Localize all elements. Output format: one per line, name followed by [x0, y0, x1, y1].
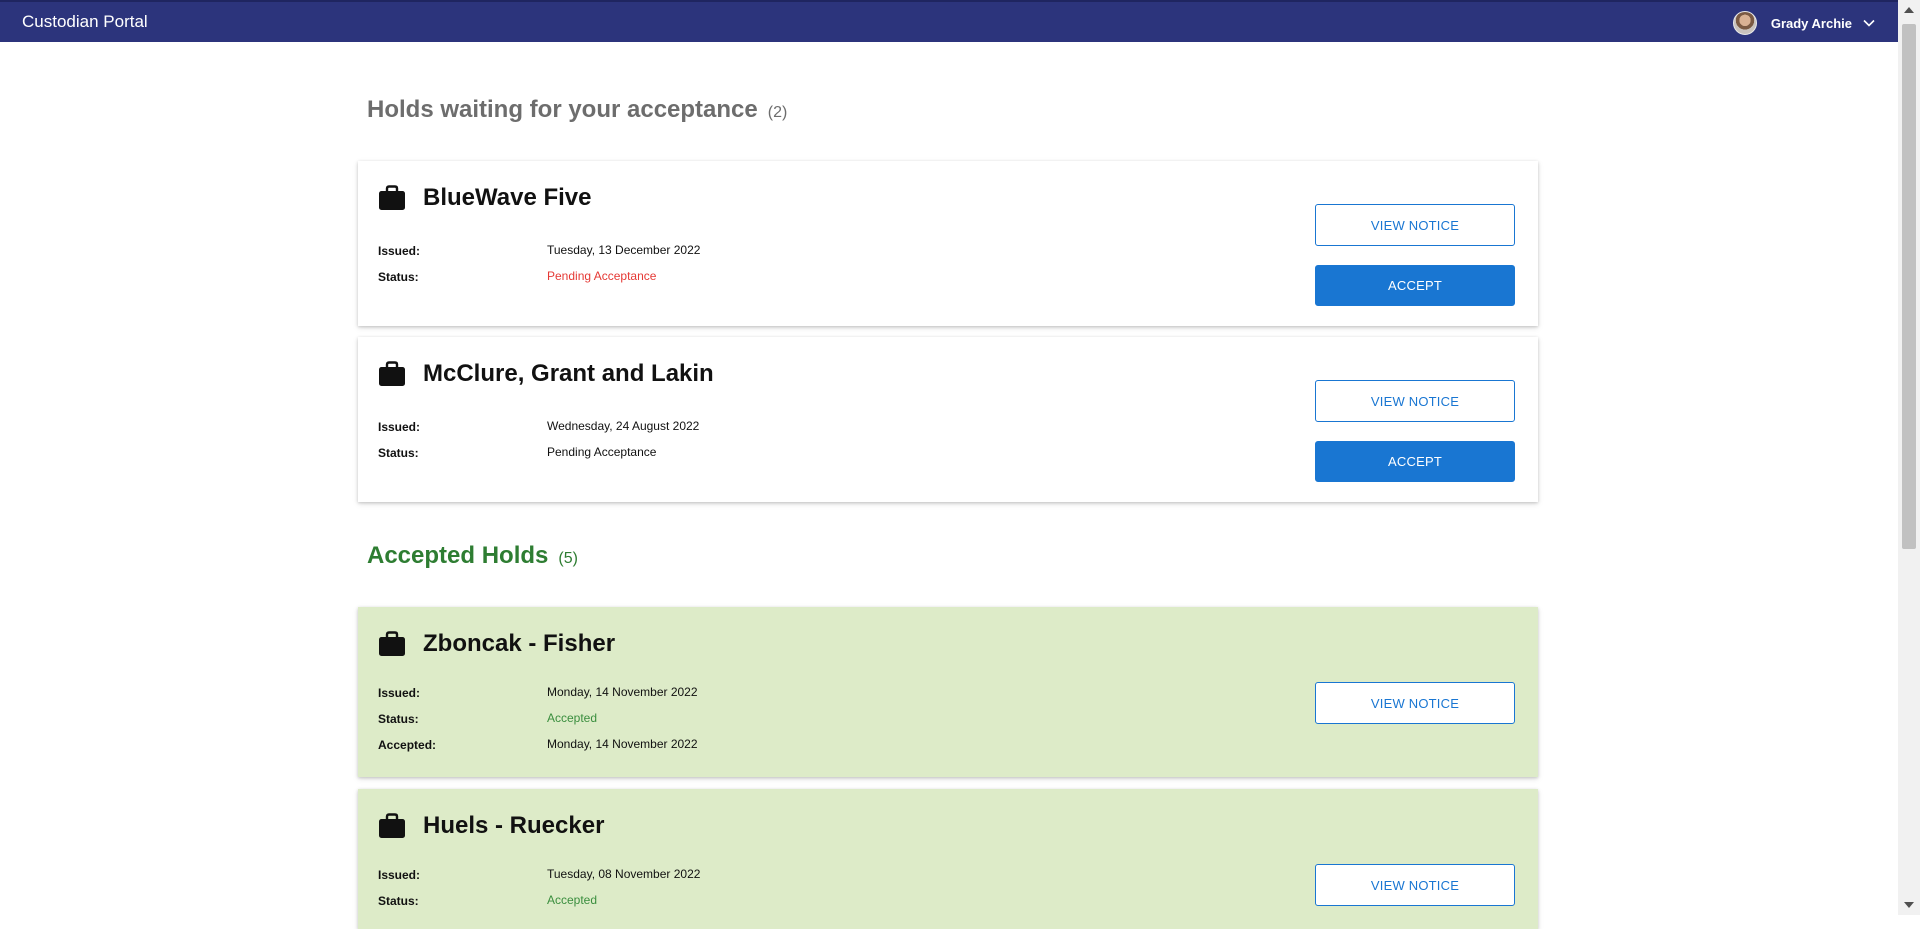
section-count: (2)	[767, 104, 788, 121]
chevron-down-icon[interactable]	[1862, 16, 1876, 30]
status-value: Pending Acceptance	[547, 269, 657, 283]
hold-card: McClure, Grant and Lakin Issued: Wednesd…	[358, 337, 1538, 502]
view-notice-button[interactable]: VIEW NOTICE	[1315, 380, 1515, 422]
section-title: Accepted Holds	[367, 542, 549, 569]
status-value: Pending Acceptance	[547, 445, 657, 459]
accepted-holds-heading: Accepted Holds (5)	[367, 542, 578, 570]
app-title[interactable]: Custodian Portal	[22, 12, 148, 32]
view-notice-button[interactable]: VIEW NOTICE	[1315, 864, 1515, 906]
status-value: Accepted	[547, 711, 598, 725]
accept-button[interactable]: ACCEPT	[1315, 441, 1515, 482]
pending-holds-heading: Holds waiting for your acceptance (2)	[367, 96, 787, 124]
briefcase-icon	[379, 361, 405, 386]
hold-name: Huels - Ruecker	[423, 812, 605, 839]
scroll-thumb[interactable]	[1902, 24, 1916, 549]
section-title: Holds waiting for your acceptance	[367, 96, 758, 123]
hold-name: McClure, Grant and Lakin	[423, 360, 714, 387]
issued-label: Issued:	[378, 244, 421, 258]
status-label: Status:	[378, 270, 419, 284]
hold-name: BlueWave Five	[423, 184, 592, 211]
scroll-up-arrow[interactable]	[1898, 0, 1920, 20]
issued-value: Tuesday, 08 November 2022	[547, 867, 701, 881]
accepted-value: Monday, 14 November 2022	[547, 737, 698, 751]
status-label: Status:	[378, 712, 419, 726]
issued-value: Tuesday, 13 December 2022	[547, 243, 701, 257]
scroll-down-arrow[interactable]	[1898, 895, 1920, 915]
top-app-bar: Custodian Portal Grady Archie	[0, 0, 1920, 42]
status-value: Accepted	[547, 893, 598, 907]
status-label: Status:	[378, 894, 419, 908]
hold-card: BlueWave Five Issued: Tuesday, 13 Decemb…	[358, 161, 1538, 326]
issued-value: Wednesday, 24 August 2022	[547, 419, 700, 433]
view-notice-button[interactable]: VIEW NOTICE	[1315, 682, 1515, 724]
avatar[interactable]	[1732, 11, 1757, 35]
issued-value: Monday, 14 November 2022	[547, 685, 698, 699]
section-count: (5)	[558, 550, 578, 567]
hold-name: Zboncak - Fisher	[423, 630, 616, 657]
accepted-hold-card: Zboncak - Fisher Issued: Monday, 14 Nove…	[358, 607, 1538, 777]
briefcase-icon	[379, 631, 405, 656]
user-menu[interactable]: Grady Archie	[1732, 11, 1876, 35]
issued-label: Issued:	[378, 868, 421, 882]
issued-label: Issued:	[378, 686, 421, 700]
status-label: Status:	[378, 446, 419, 460]
accepted-hold-card: Huels - Ruecker Issued: Tuesday, 08 Nove…	[358, 789, 1538, 929]
briefcase-icon	[379, 813, 405, 838]
accepted-label: Accepted:	[378, 738, 437, 752]
briefcase-icon	[379, 185, 405, 210]
accept-button[interactable]: ACCEPT	[1315, 265, 1515, 306]
user-name[interactable]: Grady Archie	[1771, 16, 1852, 31]
issued-label: Issued:	[378, 420, 421, 434]
view-notice-button[interactable]: VIEW NOTICE	[1315, 204, 1515, 246]
vertical-scrollbar[interactable]	[1898, 0, 1920, 915]
